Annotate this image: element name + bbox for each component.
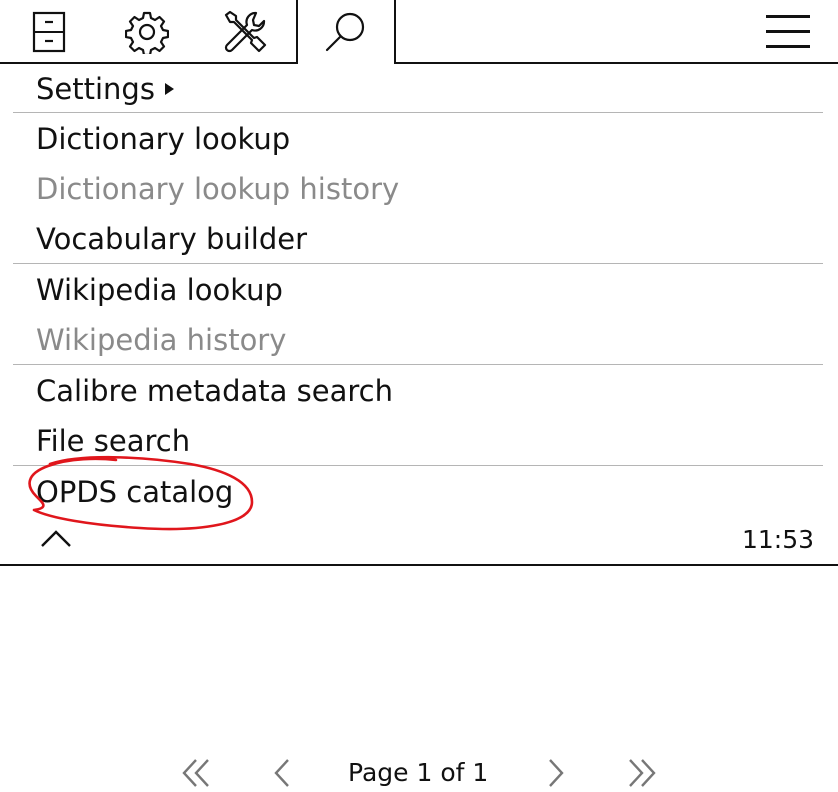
clock: 11:53	[741, 525, 814, 554]
tab-search[interactable]	[296, 0, 396, 64]
submenu-arrow-icon	[164, 83, 174, 95]
menu-item-settings[interactable]: Settings	[36, 64, 174, 114]
menu-item-label: Settings	[36, 72, 155, 106]
menu-item-label: Dictionary lookup history	[36, 172, 400, 206]
menu-item-dictionary-lookup[interactable]: Dictionary lookup	[36, 114, 290, 164]
hamburger-menu-button[interactable]	[766, 12, 812, 50]
menu-item-label: Wikipedia lookup	[36, 273, 283, 307]
file-cabinet-icon	[32, 11, 66, 52]
menu-separator	[13, 364, 823, 365]
menu-item-wikipedia-lookup[interactable]: Wikipedia lookup	[36, 265, 283, 315]
menu-item-label: File search	[36, 424, 191, 458]
menu-item-wikipedia-history: Wikipedia history	[36, 315, 286, 365]
tab-bar-underline	[395, 62, 838, 64]
koreader-screen: Settings Dictionary lookup Dictionary lo…	[0, 0, 838, 792]
menu-item-label: OPDS catalog	[36, 475, 234, 509]
menu-item-label: Dictionary lookup	[36, 122, 291, 156]
page-indicator[interactable]: Page 1 of 1	[348, 754, 488, 792]
tab-file-manager[interactable]	[0, 0, 98, 63]
menu-item-calibre-metadata-search[interactable]: Calibre metadata search	[36, 366, 393, 416]
previous-page-icon[interactable]	[266, 756, 302, 790]
menu-item-label: Calibre metadata search	[36, 374, 393, 408]
menu-item-vocabulary-builder[interactable]: Vocabulary builder	[36, 214, 307, 264]
tools-icon	[224, 10, 267, 52]
search-icon	[325, 12, 365, 52]
hamburger-icon	[766, 15, 810, 18]
pagination-bar: Page 1 of 1	[0, 748, 838, 792]
tab-bar	[0, 0, 838, 64]
next-page-icon[interactable]	[538, 756, 574, 790]
gear-icon	[125, 11, 169, 54]
first-page-icon[interactable]	[178, 756, 214, 790]
hamburger-icon	[766, 45, 810, 48]
menu-bottom-border	[0, 564, 838, 566]
menu-item-label: Wikipedia history	[36, 323, 287, 357]
tab-settings[interactable]	[98, 0, 196, 63]
tab-tools[interactable]	[196, 0, 294, 63]
menu-item-file-search[interactable]: File search	[36, 416, 190, 466]
menu-item-dictionary-lookup-history: Dictionary lookup history	[36, 164, 399, 214]
last-page-icon[interactable]	[624, 756, 660, 790]
chevron-up-icon[interactable]	[40, 528, 72, 548]
menu-item-opds-catalog[interactable]: OPDS catalog	[36, 467, 233, 517]
hamburger-icon	[766, 30, 810, 33]
menu-item-label: Vocabulary builder	[36, 222, 308, 256]
menu-separator	[13, 112, 823, 113]
menu-separator	[13, 263, 823, 264]
menu-separator	[13, 465, 823, 466]
